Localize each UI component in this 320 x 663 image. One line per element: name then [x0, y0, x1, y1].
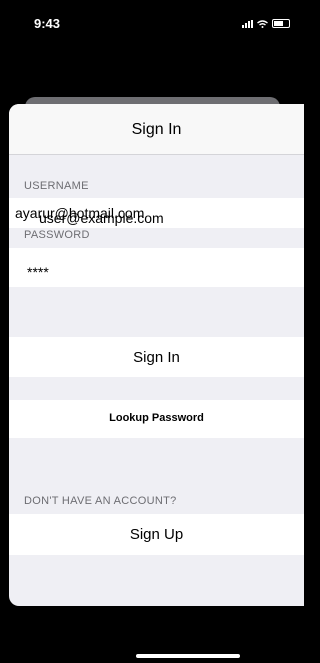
sign-in-sheet: Sign In USERNAME ayarur@hotmail.com user…	[9, 104, 304, 606]
sign-in-button-label: Sign In	[133, 349, 180, 366]
sign-in-button[interactable]: Sign In	[9, 337, 304, 377]
username-row[interactable]: ayarur@hotmail.com user@example.com	[9, 198, 304, 228]
password-row[interactable]: ****	[9, 248, 304, 287]
sign-up-button-label: Sign Up	[129, 526, 184, 543]
password-input[interactable]: ****	[27, 264, 49, 280]
sign-up-button[interactable]: Sign Up	[9, 514, 304, 555]
sheet-title: Sign In	[131, 121, 182, 138]
username-autofill-text: user@example.com	[39, 210, 164, 226]
username-section-label: USERNAME	[24, 180, 89, 192]
lookup-password-label: Lookup Password	[109, 412, 204, 424]
cellular-signal-icon	[242, 19, 253, 28]
status-time: 9:43	[34, 16, 61, 31]
status-icons	[242, 19, 290, 28]
password-section-label: PASSWORD	[24, 229, 90, 241]
wifi-icon	[257, 19, 268, 28]
no-account-section-label: DON'T HAVE AN ACCOUNT?	[24, 495, 177, 507]
battery-icon	[272, 19, 290, 28]
lookup-password-button[interactable]: Lookup Password	[9, 400, 304, 438]
status-bar: 9:43	[0, 0, 304, 44]
home-indicator[interactable]	[136, 654, 240, 658]
sheet-header: Sign In	[9, 104, 304, 155]
